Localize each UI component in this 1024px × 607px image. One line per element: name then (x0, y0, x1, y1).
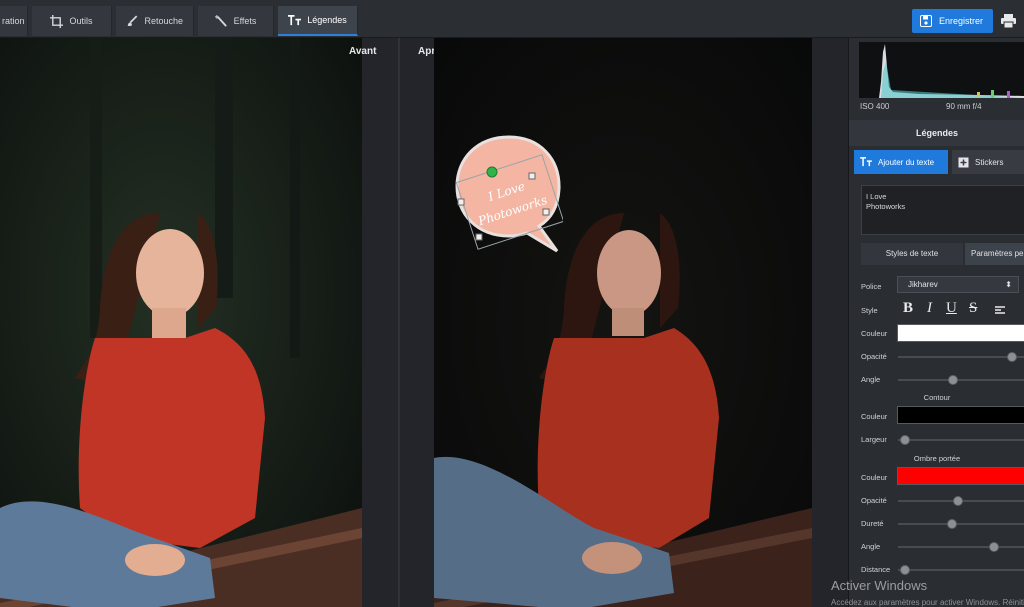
tab-label: Outils (69, 16, 93, 26)
shadow-color-swatch[interactable] (897, 467, 1024, 485)
strikethrough-button[interactable]: S (969, 300, 977, 320)
add-text-button[interactable]: Ajouter du texte (854, 150, 948, 174)
text-color-label: Couleur (861, 329, 888, 338)
tab-label: Effets (233, 16, 257, 26)
windows-activation-subtitle: Accédez aux paramètres pour activer Wind… (831, 598, 1024, 607)
stickers-label: Stickers (975, 157, 1004, 167)
angle-label: Angle (861, 375, 881, 384)
section-title: Légendes (849, 120, 1024, 146)
tab-legendes[interactable]: Légendes (278, 6, 358, 36)
font-select[interactable]: Jikharev ⬍ (897, 276, 1019, 293)
outline-width-slider[interactable] (898, 435, 1024, 445)
resize-handle[interactable] (542, 208, 550, 216)
tab-effets[interactable]: Effets (198, 6, 274, 36)
rotate-handle[interactable] (486, 166, 498, 178)
shadow-opacity-label: Opacité (861, 496, 887, 505)
shadow-angle-slider[interactable] (898, 542, 1024, 552)
brush-icon (127, 15, 138, 26)
font-value: Jikharev (908, 280, 938, 289)
split-divider[interactable] (398, 38, 400, 607)
top-toolbar: ration Outils Retouche Effets Légendes E… (0, 0, 1024, 38)
print-button[interactable] (998, 11, 1018, 31)
shadow-distance-slider[interactable] (898, 565, 1024, 575)
outline-width-label: Largeur (861, 435, 887, 444)
tab-custom-params[interactable]: Paramètres per (965, 243, 1024, 265)
text-icon (860, 157, 872, 167)
save-button[interactable]: Enregistrer (912, 9, 993, 33)
save-icon (920, 15, 932, 27)
tab-amelioration[interactable]: ration (0, 6, 28, 36)
align-left-icon[interactable] (995, 306, 1005, 315)
text-sticker[interactable]: I Love Photoworks (455, 129, 563, 265)
italic-button[interactable]: I (927, 300, 932, 320)
resize-handle[interactable] (528, 172, 536, 180)
outline-title: Contour (923, 393, 951, 402)
sticker-icon (958, 157, 969, 167)
opacity-slider[interactable] (898, 352, 1024, 362)
histogram-graph (879, 44, 1024, 98)
underline-button[interactable]: U (946, 300, 957, 320)
caption-text-input[interactable]: I Love Photoworks (861, 185, 1024, 235)
photo-before-image (0, 38, 362, 607)
text-icon (288, 14, 302, 25)
before-label: Avant (349, 46, 377, 57)
tab-label: Légendes (307, 15, 347, 25)
right-panel: ISO 400 90 mm f/4 Légendes Ajouter du te… (848, 38, 1024, 607)
photo-before (0, 38, 362, 607)
tab-text-styles[interactable]: Styles de texte (861, 243, 963, 265)
outline-color-swatch[interactable] (897, 406, 1024, 424)
add-text-label: Ajouter du texte (878, 157, 935, 167)
bold-button[interactable]: B (903, 300, 913, 320)
tab-label: Retouche (144, 16, 183, 26)
shadow-angle-label: Angle (861, 542, 881, 551)
histogram-iso: ISO 400 (860, 102, 890, 111)
stickers-button[interactable]: Stickers (952, 150, 1024, 174)
photo-canvas[interactable]: Avant Après I Love Photoworks (0, 38, 848, 607)
shadow-distance-label: Distance (861, 565, 891, 574)
updown-arrow-icon: ⬍ (1005, 280, 1012, 289)
opacity-label: Opacité (861, 352, 887, 361)
shadow-hardness-label: Dureté (861, 519, 884, 528)
photo-after (434, 38, 812, 607)
photo-after-image (434, 38, 812, 607)
shadow-hardness-slider[interactable] (898, 519, 1024, 529)
crop-icon (50, 14, 64, 28)
photo-editor-window: ration Outils Retouche Effets Légendes E… (0, 0, 1024, 607)
shadow-title: Ombre portée (913, 454, 961, 463)
printer-icon (1000, 14, 1016, 28)
resize-handle[interactable] (457, 198, 465, 206)
resize-handle[interactable] (475, 233, 483, 241)
windows-activation-title: Activer Windows (831, 578, 928, 593)
histogram-lens: 90 mm f/4 (946, 102, 982, 111)
magic-wand-icon (214, 14, 227, 27)
style-label: Style (861, 306, 878, 315)
histogram (859, 42, 1024, 98)
shadow-opacity-slider[interactable] (898, 496, 1024, 506)
text-color-swatch[interactable] (897, 324, 1024, 342)
tab-label: ration (2, 16, 25, 26)
outline-color-label: Couleur (861, 412, 888, 421)
angle-slider[interactable] (898, 375, 1024, 385)
tab-outils[interactable]: Outils (32, 6, 112, 36)
save-label: Enregistrer (939, 16, 984, 26)
font-label: Police (861, 282, 882, 291)
tab-retouche[interactable]: Retouche (116, 6, 194, 36)
shadow-color-label: Couleur (861, 473, 888, 482)
